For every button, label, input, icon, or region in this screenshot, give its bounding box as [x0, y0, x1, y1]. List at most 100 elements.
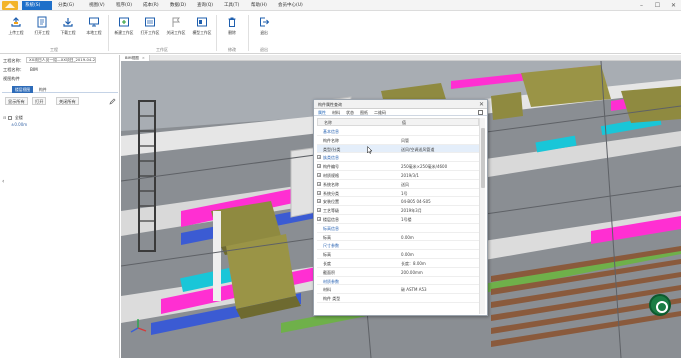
expand-icon[interactable]: + [317, 155, 321, 160]
close-workspace-button[interactable]: 关闭工作区 [164, 15, 188, 41]
model-workspace-button[interactable]: 模型工作区 [190, 15, 214, 41]
tab-components[interactable]: 构件 [36, 86, 50, 93]
project-select[interactable]: XX项目人员一组—XX项目_2019-04-2 ▾ [26, 57, 96, 63]
menu-data[interactable]: 数据(D) [167, 1, 191, 10]
ribbon-group-exit: 退出 退出 [250, 13, 278, 53]
property-row[interactable]: 基本信息 [317, 127, 479, 136]
floor-tree: ⊟ 全楼 ±0.00m [3, 114, 27, 128]
maximize-button[interactable]: ☐ [654, 1, 661, 10]
tree-item-root[interactable]: ⊟ 全楼 [3, 114, 27, 121]
property-name: 楼层信息 [323, 216, 339, 222]
ribbon-group-exit-label: 退出 [260, 47, 268, 52]
exit-button[interactable]: 退出 [252, 15, 276, 41]
project-name-label: 工程名称： [3, 67, 24, 72]
model-workspace-label: 模型工作区 [192, 30, 212, 35]
property-row[interactable]: 标高 0.00m [317, 250, 479, 259]
property-row[interactable]: 材料 碳 ASTM A53 [317, 285, 479, 295]
expand-icon[interactable]: + [317, 199, 321, 204]
property-name: 族类信息 [323, 155, 339, 161]
close-button[interactable]: ✕ [670, 1, 677, 10]
open-project-label: 打开工程 [34, 30, 50, 35]
collapse-panel-icon[interactable]: ‹ [2, 178, 4, 185]
property-row[interactable]: 标高 0.00m [317, 233, 479, 242]
property-row[interactable]: 截面积 200.00mm [317, 268, 479, 277]
properties-close-icon[interactable]: ✕ [479, 101, 484, 108]
property-value: 0.00m [401, 234, 414, 240]
property-row[interactable]: + 安装位置 04-B05 04-S05 [317, 197, 479, 207]
menu-tools[interactable]: 工具(T) [221, 1, 245, 10]
property-row[interactable]: + 楼层信息 1号楼 [317, 215, 479, 224]
property-row[interactable]: 长度 长度：8.00m [317, 259, 479, 268]
property-row[interactable]: + 材质规格 2019/3/1 [317, 171, 479, 180]
property-value: 碳 ASTM A53 [401, 287, 427, 293]
expand-icon[interactable]: + [317, 164, 321, 169]
property-row[interactable]: 构件 类型 [317, 294, 479, 303]
property-value: 送风/空调送风管道 [401, 146, 435, 152]
menu-cost[interactable]: 成本(R) [140, 1, 164, 10]
property-row[interactable]: + 系统名称 送风 [317, 180, 479, 189]
property-value: 1号楼 [401, 216, 412, 222]
property-row[interactable]: + 族类信息 [317, 153, 479, 163]
properties-scrollbar[interactable] [479, 118, 485, 314]
property-row[interactable]: 构件名称 风管 [317, 136, 479, 145]
property-row[interactable]: 材质参数 [317, 277, 479, 286]
window-controls: – ☐ ✕ [638, 1, 677, 10]
expand-icon[interactable]: ⊟ [3, 115, 6, 120]
properties-title-bar[interactable]: 构件属性查询 ✕ [314, 100, 487, 109]
scrollbar-thumb[interactable] [481, 128, 485, 188]
menu-query[interactable]: 查询(Q) [194, 1, 218, 10]
menu-classify[interactable]: 分类(G) [55, 1, 83, 10]
close-workspace-label: 关闭工作区 [166, 30, 186, 35]
tab-attributes[interactable]: 属性 [318, 110, 326, 116]
delete-button[interactable]: 删除 [220, 15, 244, 41]
component-properties-dialog: 构件属性查询 ✕ 属性 材料 状态 图纸 二维码 名称 值 基本信息 构件名称 风管… [313, 99, 488, 316]
tab-qrcode[interactable]: 二维码 [374, 110, 386, 116]
new-workspace-button[interactable]: 新建工作区 [112, 15, 136, 41]
menu-view[interactable]: 视图(V) [86, 1, 110, 10]
app-logo[interactable] [2, 1, 18, 10]
minimize-button[interactable]: – [638, 1, 645, 10]
menu-help[interactable]: 帮助(H) [248, 1, 272, 10]
new-workspace-icon [119, 17, 129, 27]
property-row[interactable]: 尺寸参数 [317, 241, 479, 251]
tree-item-floor[interactable]: ±0.00m [3, 121, 27, 128]
exit-icon [260, 17, 270, 27]
menu-member[interactable]: 会员中心(U) [275, 1, 309, 10]
edit-icon[interactable] [109, 98, 116, 105]
exit-label: 退出 [260, 30, 268, 35]
close-all-button[interactable]: 关闭所有 [56, 97, 79, 105]
menu-program[interactable]: 程序(O) [113, 1, 137, 10]
property-row[interactable]: + 构件编号 250毫米×250毫米/4600 [317, 162, 479, 171]
pin-icon[interactable] [478, 110, 483, 115]
expand-icon[interactable]: + [317, 190, 321, 195]
ribbon-group-workspace-label: 工作区 [156, 47, 168, 52]
navigation-compass-icon[interactable] [649, 294, 671, 316]
property-row[interactable]: 标高信息 [317, 224, 479, 233]
download-project-button[interactable]: 下载工程 [56, 15, 80, 41]
tree-root-checkbox[interactable] [7, 116, 12, 120]
menu-system[interactable]: 系统(S) [22, 1, 52, 10]
tab-close-icon[interactable]: × [142, 56, 145, 60]
open-project-button[interactable]: 打开工程 [30, 15, 54, 41]
open-button[interactable]: 打开 [32, 97, 47, 105]
expand-icon[interactable]: + [317, 172, 321, 177]
property-row[interactable]: 类型/分类 送风/空调送风管道 [317, 144, 479, 154]
download-icon [63, 18, 73, 27]
property-name: 尺寸参数 [323, 243, 339, 249]
expand-icon[interactable]: + [317, 216, 321, 221]
expand-icon[interactable]: + [317, 181, 321, 186]
upload-project-button[interactable]: 上传工程 [4, 15, 28, 41]
open-workspace-button[interactable]: 打开工作区 [138, 15, 162, 41]
tab-floor-view[interactable]: 楼层视图 [12, 86, 34, 93]
show-all-button[interactable]: 显示所有 [5, 97, 28, 105]
property-row[interactable]: + 系统分类 1号 [317, 189, 479, 198]
expand-icon[interactable]: + [317, 208, 321, 213]
tab-materials[interactable]: 材料 [332, 110, 340, 116]
tab-drawings[interactable]: 图纸 [360, 110, 368, 116]
properties-table-header: 名称 值 [317, 118, 479, 126]
property-name: 标高 [323, 252, 331, 258]
tab-status[interactable]: 状态 [346, 110, 354, 116]
property-row[interactable]: + 工艺等级 2019年3月 [317, 206, 479, 215]
left-panel: 工程名称： XX项目人员一组—XX项目_2019-04-2 ▾ 工程名称： BI… [0, 55, 120, 358]
local-project-button[interactable]: 本地工程 [82, 15, 106, 41]
